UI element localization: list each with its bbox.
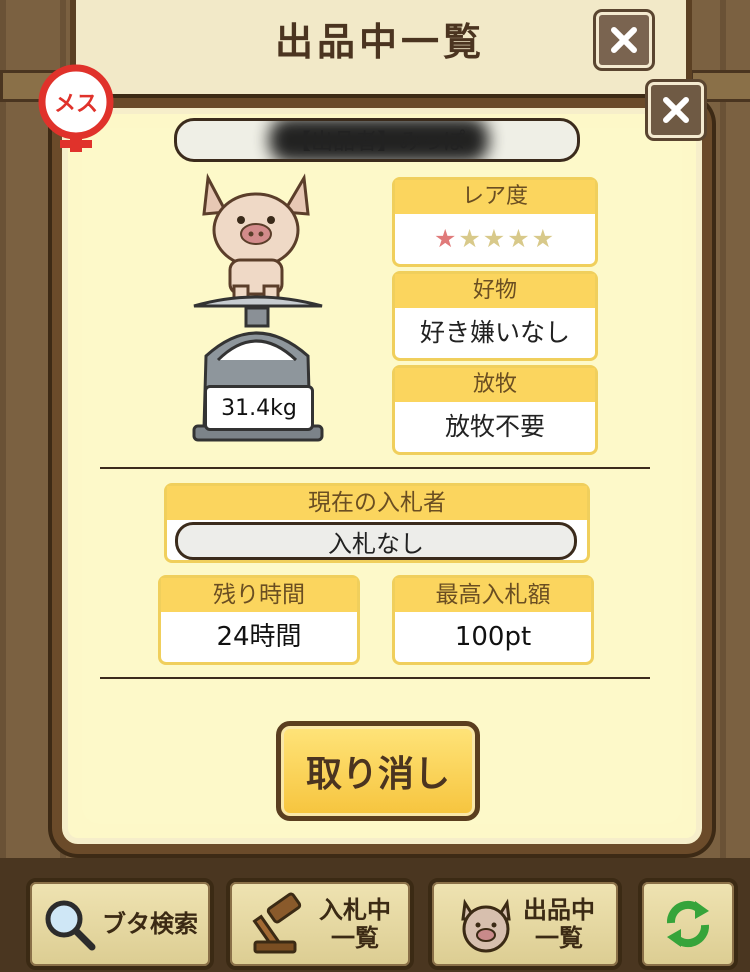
rarity-stars: ★★★★★ [395, 214, 595, 264]
cancel-button[interactable]: 取り消し [276, 721, 480, 821]
star-icon: ★ [482, 224, 508, 253]
grazing-label: 放牧 [395, 368, 595, 402]
current-bidder-label: 現在の入札者 [167, 486, 587, 520]
current-bidder-value: 入札なし [175, 522, 577, 560]
back-close-button[interactable] [596, 12, 652, 68]
star-icon: ★ [507, 224, 532, 253]
refresh-button[interactable] [638, 878, 738, 970]
seller-name: 【出品者】みっぽ [288, 130, 465, 155]
top-bid-label: 最高入札額 [395, 578, 591, 612]
close-icon [611, 27, 637, 53]
weight-readout: 31.4kg [204, 385, 314, 431]
pig-search-label: ブタ検索 [102, 910, 198, 938]
grazing-box: 放牧 放牧不要 [392, 365, 598, 455]
gavel-icon [252, 892, 302, 954]
time-left-box: 残り時間 24時間 [158, 575, 360, 665]
seller-name-bar: 【出品者】みっぽ [174, 118, 580, 162]
time-left-value: 24時間 [216, 622, 302, 652]
listing-list-button[interactable]: 出品中 一覧 [428, 878, 622, 970]
time-left-label: 残り時間 [161, 578, 357, 612]
favorite-label: 好物 [395, 274, 595, 308]
divider [100, 467, 650, 469]
favorite-box: 好物 好き嫌いなし [392, 271, 598, 361]
star-icon: ★ [433, 224, 459, 253]
modal-close-button[interactable] [648, 82, 704, 138]
star-icon: ★ [531, 224, 557, 253]
top-bid-box: 最高入札額 100pt [392, 575, 594, 665]
divider [100, 677, 650, 679]
favorite-value: 好き嫌いなし [419, 318, 570, 347]
gender-label: メス [53, 92, 98, 117]
pig-search-button[interactable]: ブタ検索 [26, 878, 214, 970]
screen-title: 出品中一覧 [274, 19, 485, 64]
female-icon: メス [32, 64, 122, 154]
close-icon [663, 97, 689, 123]
pig-face-icon [461, 898, 511, 953]
top-bid-value: 100pt [454, 622, 532, 652]
magnifier-icon [45, 900, 96, 951]
grazing-value: 放牧不要 [444, 412, 545, 441]
current-bidder-box: 現在の入札者 入札なし [164, 483, 590, 563]
bidding-list-label: 入札中 一覧 [319, 896, 391, 952]
refresh-icon [666, 900, 710, 948]
bidding-list-button[interactable]: 入札中 一覧 [226, 878, 414, 970]
rarity-label: レア度 [395, 180, 595, 214]
listing-list-label: 出品中 一覧 [523, 896, 595, 952]
rarity-box: レア度 ★★★★★ [392, 177, 598, 267]
star-icon: ★ [458, 224, 483, 253]
